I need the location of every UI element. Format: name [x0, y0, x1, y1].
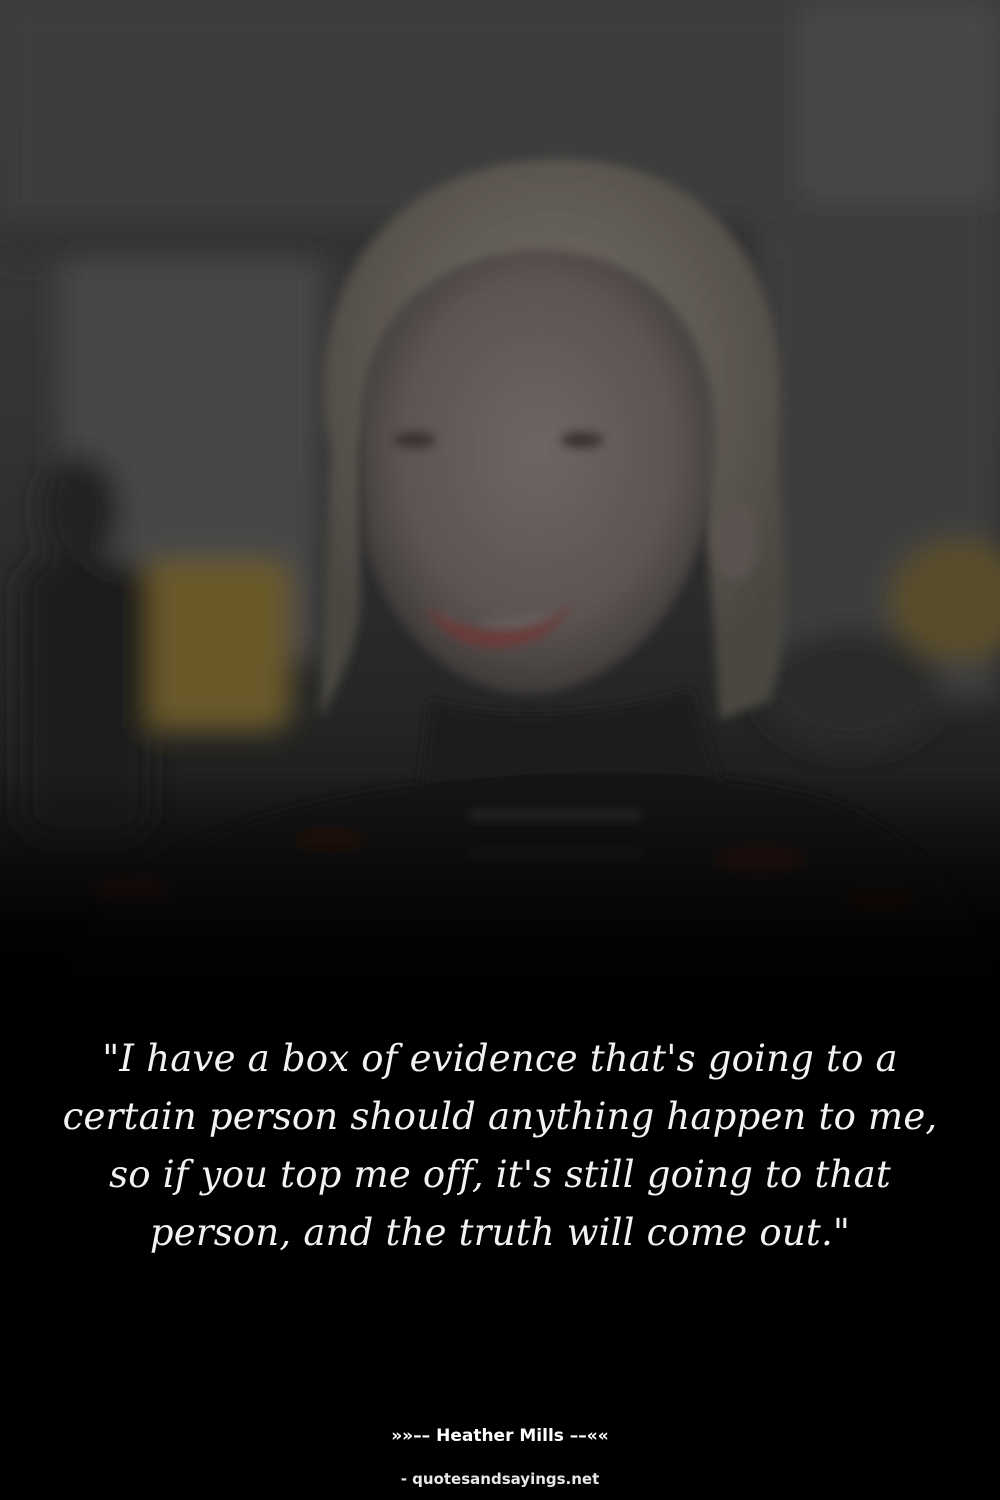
source-credit: - quotesandsayings.net	[400, 1470, 600, 1488]
photo-fade-overlay	[0, 770, 1000, 1000]
background-photo	[0, 0, 1000, 1000]
quote-author: »»–– Heather Mills ––««	[391, 1426, 609, 1446]
quote-text: "I have a box of evidence that's going t…	[62, 1037, 938, 1254]
quote-card: "I have a box of evidence that's going t…	[0, 0, 1000, 1500]
